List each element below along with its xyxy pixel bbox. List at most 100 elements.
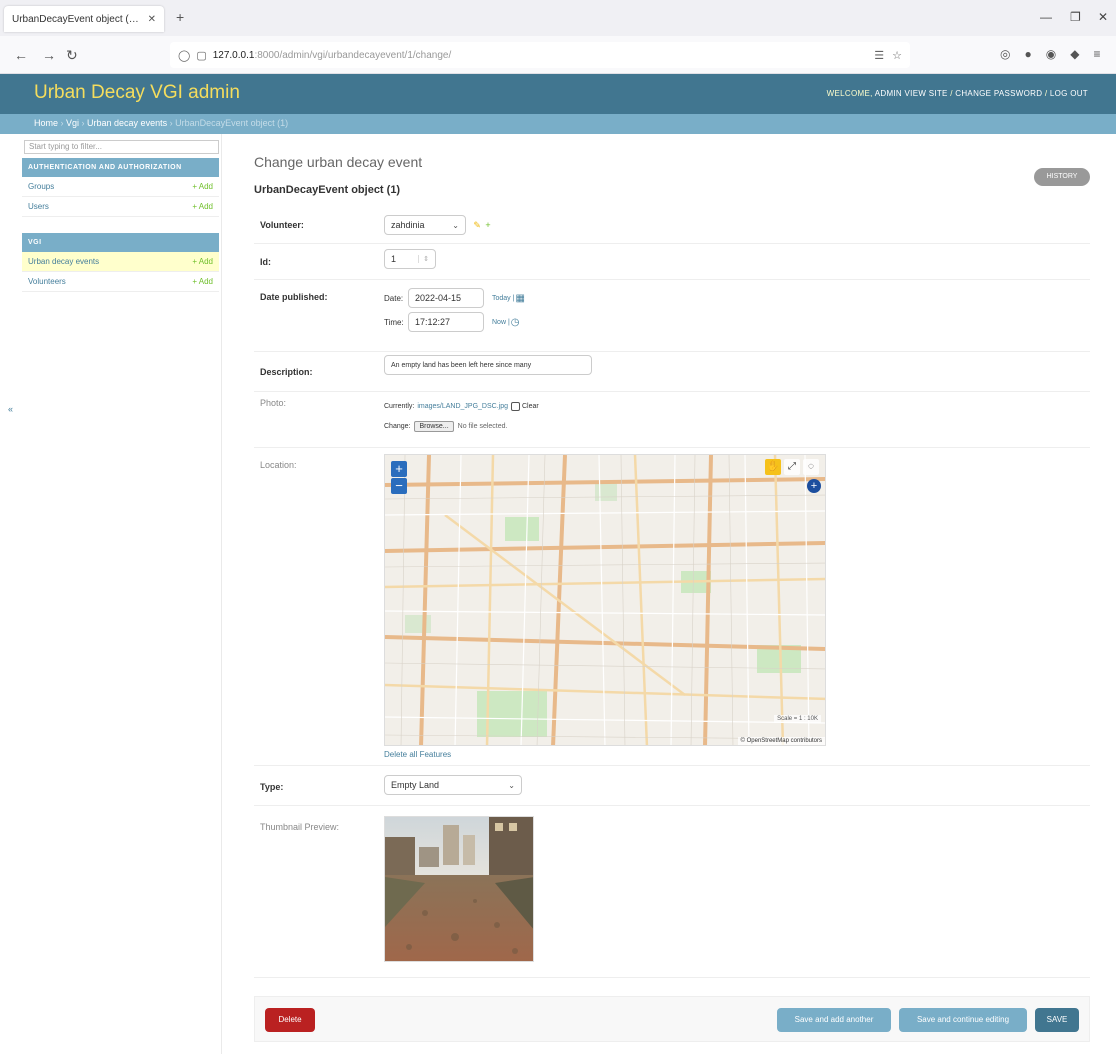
date-input[interactable]: 2022-04-15	[408, 288, 484, 308]
browser-toolbar: ← → ↻ ◯ ▢ 127.0.0.1 :8000/admin/vgi/urba…	[0, 36, 1116, 74]
clock-icon[interactable]: ◷	[511, 317, 520, 328]
object-title: UrbanDecayEvent object (1)	[254, 184, 401, 196]
module-caption[interactable]: Authentication and Authorization	[22, 158, 219, 177]
restore-icon[interactable]: ❐	[1070, 10, 1081, 24]
modify-tool-icon[interactable]: ◌	[803, 459, 819, 475]
time-label: Time:	[384, 317, 404, 327]
module-caption[interactable]: VGI	[22, 233, 219, 252]
current-file-link[interactable]: images/LAND_JPG_DSC.jpg	[417, 403, 508, 410]
add-groups-link[interactable]: + Add	[192, 182, 213, 191]
field-label: Id:	[260, 257, 271, 267]
sidebar-link-groups[interactable]: Groups	[28, 182, 54, 191]
breadcrumb-model[interactable]: Urban decay events	[87, 118, 167, 128]
add-urban-decay-event-link[interactable]: + Add	[192, 257, 213, 266]
pocket-icon[interactable]: ◎	[1000, 47, 1010, 61]
location-map[interactable]: + − ✋ ⤢ ◌ + Scale = 1 : 10K © OpenStreet…	[384, 454, 826, 746]
extension-icon[interactable]: ●	[1024, 47, 1031, 61]
sidebar-item-volunteers: Volunteers + Add	[22, 272, 219, 292]
browse-button[interactable]: Browse...	[414, 420, 454, 432]
map-scale: Scale = 1 : 10K	[774, 715, 821, 723]
profile-icon[interactable]: ◉	[1046, 47, 1056, 61]
sidebar-toggle-icon[interactable]: «	[8, 404, 13, 414]
form-row-location: Location: + − ✋ ⤢ ◌ + Scale = 1: 10K © …	[254, 448, 1090, 766]
view-site-link[interactable]: VIEW SITE	[905, 89, 948, 98]
currently-label: Currently:	[384, 402, 415, 410]
spinner-icon[interactable]: ⇕	[418, 255, 429, 263]
breadcrumb-app[interactable]: Vgi	[66, 118, 79, 128]
form-row-thumbnail: Thumbnail Preview:	[254, 806, 1090, 978]
shield-icon: ◯	[178, 49, 191, 62]
menu-icon[interactable]: ≡	[1093, 47, 1100, 61]
sidebar-item-groups: Groups + Add	[22, 177, 219, 197]
calendar-icon[interactable]: ▦	[515, 293, 524, 304]
volunteer-select[interactable]: zahdinia ⌄	[384, 215, 466, 235]
pencil-icon[interactable]: ✎	[473, 220, 481, 230]
close-icon[interactable]: ✕	[148, 14, 156, 25]
browser-tab-label: UrbanDecayEvent object (1) | Chan	[12, 13, 144, 25]
history-button[interactable]: HISTORY	[1034, 168, 1090, 186]
form-row-date-published: Date published: Date: 2022-04-15 Today |…	[254, 280, 1090, 352]
field-label: Photo:	[260, 398, 287, 408]
chevron-down-icon: ⌄	[508, 780, 515, 790]
add-volunteer-link[interactable]: + Add	[192, 277, 213, 286]
description-textarea[interactable]: An empty land has been left here since m…	[384, 355, 592, 375]
clear-checkbox[interactable]	[511, 401, 520, 411]
save-and-add-another-button[interactable]: Save and add another	[777, 1008, 891, 1032]
map-attribution[interactable]: © OpenStreetMap contributors	[737, 737, 825, 745]
draw-point-icon[interactable]: ⤢	[784, 459, 800, 475]
forward-icon[interactable]: →	[42, 47, 56, 63]
back-icon[interactable]: ←	[14, 47, 28, 63]
sidebar-item-urban-decay-events: Urban decay events + Add	[22, 252, 219, 272]
welcome-text: WELCOME,	[826, 89, 873, 98]
add-users-link[interactable]: + Add	[192, 202, 213, 211]
save-and-continue-button[interactable]: Save and continue editing	[899, 1008, 1027, 1032]
date-label: Date:	[384, 293, 404, 303]
reload-icon[interactable]: ↻	[66, 47, 78, 64]
today-link[interactable]: Today |	[492, 295, 514, 302]
plus-icon[interactable]: +	[485, 220, 490, 230]
new-tab-button[interactable]: +	[176, 9, 184, 25]
sidebar-link-urban-decay-events[interactable]: Urban decay events	[28, 257, 99, 266]
submit-row: Delete Save and add another Save and con…	[254, 996, 1090, 1042]
minimize-icon[interactable]: —	[1040, 10, 1052, 24]
breadcrumb-home[interactable]: Home	[34, 118, 58, 128]
address-bar[interactable]: ◯ ▢ 127.0.0.1 :8000/admin/vgi/urbandecay…	[170, 42, 910, 68]
module-vgi: VGI Urban decay events + Add Volunteers …	[22, 233, 219, 292]
bookmark-star-icon[interactable]: ☆	[892, 49, 902, 62]
type-select[interactable]: Empty Land ⌄	[384, 775, 522, 795]
thumbnail-image	[384, 816, 534, 962]
delete-button[interactable]: Delete	[265, 1008, 315, 1032]
id-input[interactable]: 1 ⇕	[384, 249, 436, 269]
time-input[interactable]: 17:12:27	[408, 312, 484, 332]
log-out-link[interactable]: LOG OUT	[1050, 89, 1088, 98]
chevron-down-icon: ⌄	[452, 220, 459, 230]
privacy-badger-icon[interactable]: ◆	[1070, 47, 1079, 61]
sidebar-link-volunteers[interactable]: Volunteers	[28, 277, 66, 286]
reader-view-icon[interactable]: ☰	[874, 49, 884, 62]
map-tiles	[385, 455, 825, 745]
form-row-id: Id: 1 ⇕	[254, 244, 1090, 280]
admin-header: Urban Decay VGI admin WELCOME, ADMIN VIE…	[0, 74, 1116, 114]
change-password-link[interactable]: CHANGE PASSWORD	[955, 89, 1042, 98]
form-row-volunteer: Volunteer: zahdinia ⌄ ✎ +	[254, 206, 1090, 244]
field-label: Thumbnail Preview:	[260, 822, 340, 832]
browser-tab[interactable]: UrbanDecayEvent object (1) | Chan ✕	[4, 6, 164, 32]
no-file-text: No file selected.	[457, 422, 508, 430]
zoom-in-button[interactable]: +	[391, 461, 407, 477]
clear-label: Clear	[522, 402, 539, 410]
close-window-icon[interactable]: ✕	[1098, 10, 1108, 24]
zoom-out-button[interactable]: −	[391, 478, 407, 494]
site-branding[interactable]: Urban Decay VGI admin	[34, 82, 240, 104]
now-link[interactable]: Now |	[492, 319, 510, 326]
delete-all-features-link[interactable]: Delete all Features	[384, 750, 826, 759]
field-label: Type:	[260, 782, 284, 792]
url-path: :8000/admin/vgi/urbandecayevent/1/change…	[254, 49, 452, 61]
save-button[interactable]: SAVE	[1035, 1008, 1079, 1032]
sidebar-link-users[interactable]: Users	[28, 202, 49, 211]
pan-tool-icon[interactable]: ✋	[765, 459, 781, 475]
change-label: Change:	[384, 422, 411, 430]
nav-filter-input[interactable]: Start typing to filter...	[24, 140, 219, 154]
page-title: Change urban decay event	[254, 154, 423, 170]
layer-switcher-icon[interactable]: +	[807, 479, 821, 493]
user-tools: WELCOME, ADMIN VIEW SITE / CHANGE PASSWO…	[826, 89, 1088, 98]
